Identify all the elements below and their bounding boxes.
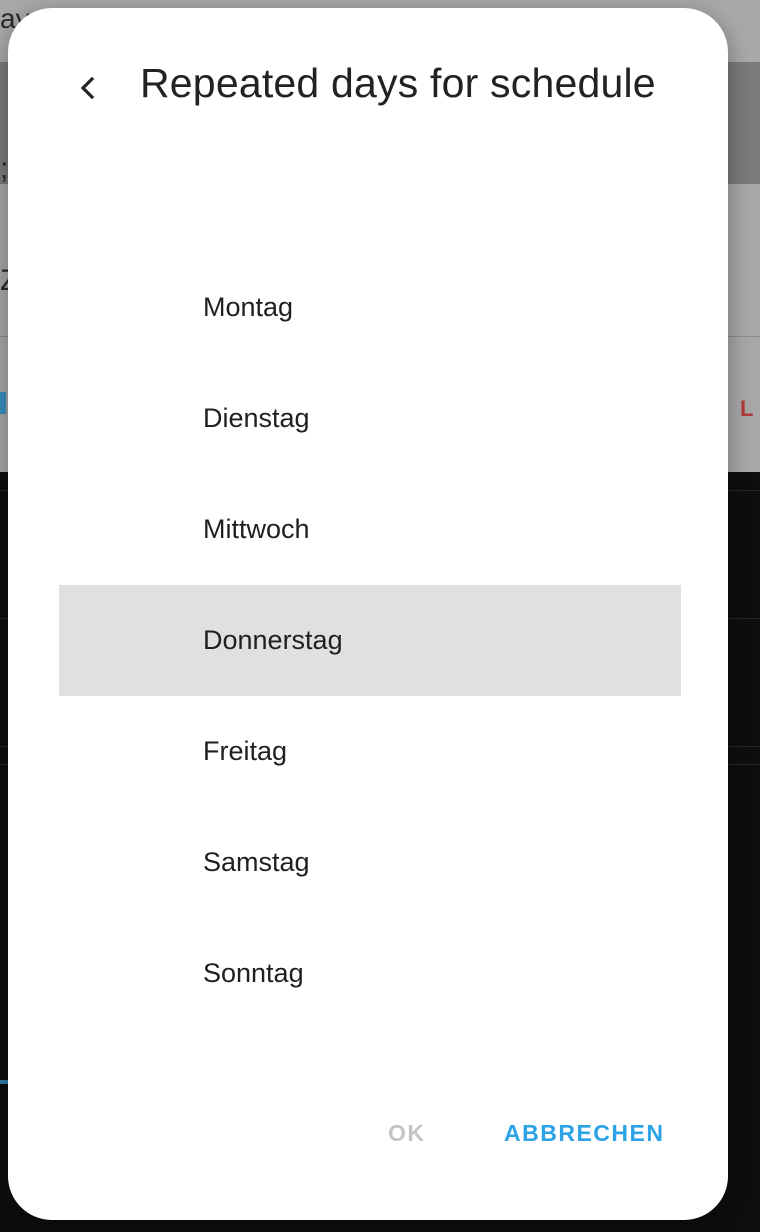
day-option-label: Sonntag (203, 958, 304, 988)
day-option-label: Dienstag (203, 403, 310, 433)
ok-button[interactable]: OK (388, 1110, 426, 1156)
day-option-dienstag[interactable]: Dienstag (59, 363, 681, 474)
dialog-title: Repeated days for schedule (140, 60, 656, 106)
day-list: Montag Dienstag Mittwoch Donnerstag Freitag S… (59, 252, 681, 1029)
day-option-mittwoch[interactable]: Mittwoch (59, 474, 681, 585)
day-option-samstag[interactable]: Samstag (59, 807, 681, 918)
background-tab-indicator (0, 392, 6, 414)
day-option-freitag[interactable]: Freitag (59, 696, 681, 807)
day-option-label: Samstag (203, 847, 310, 877)
day-option-label: Mittwoch (203, 514, 310, 544)
day-option-label: Freitag (203, 736, 288, 766)
cancel-button[interactable]: ABBRECHEN (504, 1110, 664, 1156)
repeat-days-dialog: Repeated days for schedule Montag Diensta… (8, 8, 728, 1220)
chevron-left-icon (78, 76, 98, 100)
day-option-sonntag[interactable]: Sonntag (59, 918, 681, 1029)
dialog-header: Repeated days for schedule (8, 8, 728, 158)
back-button[interactable] (64, 64, 112, 112)
day-option-donnerstag[interactable]: Donnerstag (59, 585, 681, 696)
day-option-label: Montag (203, 292, 294, 322)
background-tab-label: L (740, 396, 755, 421)
day-option-montag[interactable]: Montag (59, 252, 681, 363)
day-option-label: Donnerstag (203, 625, 343, 655)
dialog-actions: OK ABBRECHEN (8, 1098, 728, 1168)
